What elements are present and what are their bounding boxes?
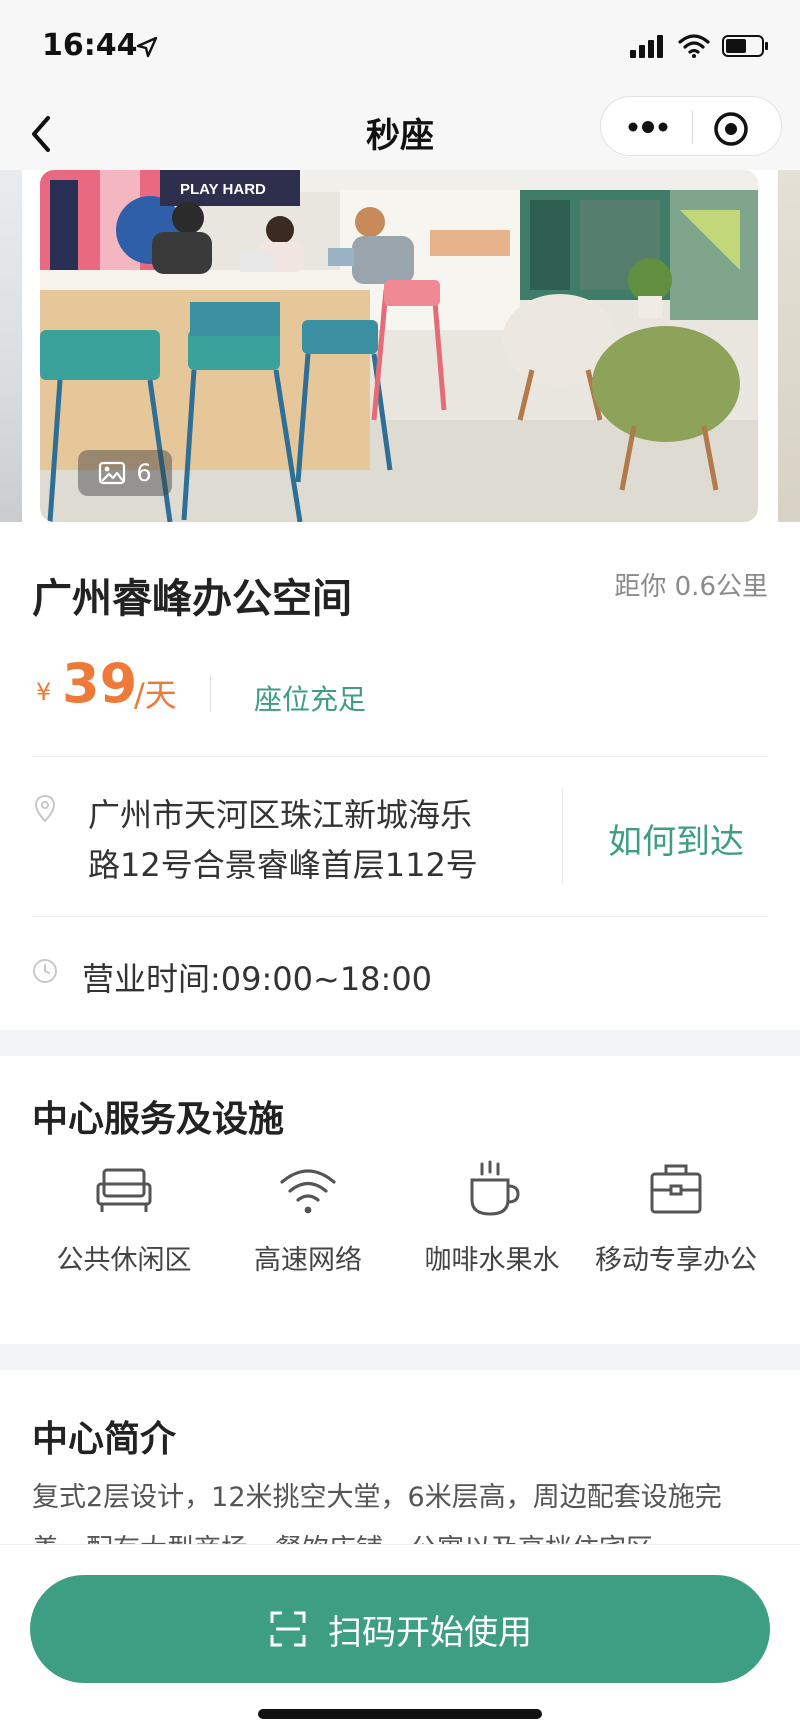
space-name: 广州睿峰办公空间 xyxy=(32,576,352,622)
divider xyxy=(32,756,768,757)
clock-icon xyxy=(33,959,57,983)
price-unit: /天 xyxy=(134,676,177,714)
facility-label: 咖啡水果水 xyxy=(424,1245,560,1276)
intro-line-1: 复式2层设计，12米挑空大堂，6米层高，周边配套设施完 xyxy=(32,1482,722,1513)
section-gap xyxy=(0,1344,800,1370)
intro-title: 中心简介 xyxy=(32,1419,177,1460)
bottom-action-bar: 扫码开始使用 xyxy=(0,1544,800,1731)
next-photo-peek xyxy=(778,170,800,522)
directions-link[interactable]: 如何到达 xyxy=(596,814,756,863)
business-hours: 营业时间:09:00~18:00 xyxy=(82,960,433,998)
location-arrow-icon xyxy=(136,36,158,58)
nav-bar: 秒座 xyxy=(0,96,800,172)
facilities-list: 公共休闲区 高速网络 咖啡水果水 移动专享办公 xyxy=(0,1160,800,1290)
home-indicator[interactable] xyxy=(258,1709,542,1719)
close-target-icon[interactable] xyxy=(711,109,751,149)
briefcase-icon xyxy=(650,1164,702,1214)
facility-item: 移动专享办公 xyxy=(576,1160,776,1277)
image-icon xyxy=(99,461,126,485)
scan-button-label: 扫码开始使用 xyxy=(328,1612,532,1653)
address: 广州市天河区珠江新城海乐 路12号合景睿峰首层112号 xyxy=(88,790,488,890)
status-time: 16:44 xyxy=(42,28,138,63)
facility-label: 高速网络 xyxy=(254,1245,362,1276)
sofa-icon xyxy=(96,1168,152,1212)
coffee-cup-icon xyxy=(470,1160,520,1216)
capsule-divider xyxy=(692,111,693,143)
facilities-title: 中心服务及设施 xyxy=(32,1099,285,1140)
photo-count: 6 xyxy=(136,459,152,487)
scan-start-button[interactable]: 扫码开始使用 xyxy=(30,1575,770,1683)
wifi-status-icon xyxy=(678,34,710,58)
price-currency: ¥ xyxy=(36,678,52,706)
wall-sign-text: PLAY HARD xyxy=(180,181,266,198)
facility-item: 公共休闲区 xyxy=(24,1160,224,1277)
price-divider xyxy=(210,676,211,712)
battery-icon xyxy=(722,35,768,57)
distance-label: 距你 0.6公里 xyxy=(614,572,768,602)
price-row: ¥ 39 /天 座位充足 xyxy=(32,652,772,716)
location-pin-icon xyxy=(34,794,56,823)
wifi-icon xyxy=(280,1169,336,1214)
seat-status: 座位充足 xyxy=(254,683,367,716)
address-divider xyxy=(562,788,563,884)
divider xyxy=(32,916,768,917)
phone-screen: 16:44 秒座 PLAY HARD 6 广州睿峰办公空间 距你 0.6公里 ¥… xyxy=(0,0,800,1731)
section-gap xyxy=(0,1030,800,1056)
facility-item: 高速网络 xyxy=(208,1160,408,1277)
address-line-1: 广州市天河区珠江新城海乐 xyxy=(88,796,473,834)
facility-item: 咖啡水果水 xyxy=(392,1160,592,1277)
facility-label: 公共休闲区 xyxy=(56,1245,192,1276)
address-line-2: 路12号合景睿峰首层112号 xyxy=(88,846,478,884)
more-dots-icon[interactable] xyxy=(623,113,673,141)
previous-photo-peek xyxy=(0,170,22,522)
mini-program-capsule xyxy=(600,96,782,156)
status-bar: 16:44 xyxy=(0,0,800,96)
status-indicators xyxy=(630,34,770,58)
price-value: 39 xyxy=(62,652,138,715)
photo-count-badge[interactable]: 6 xyxy=(78,450,172,496)
signal-icon xyxy=(630,35,663,58)
scan-icon xyxy=(270,1611,306,1647)
facility-label: 移动专享办公 xyxy=(595,1245,757,1276)
